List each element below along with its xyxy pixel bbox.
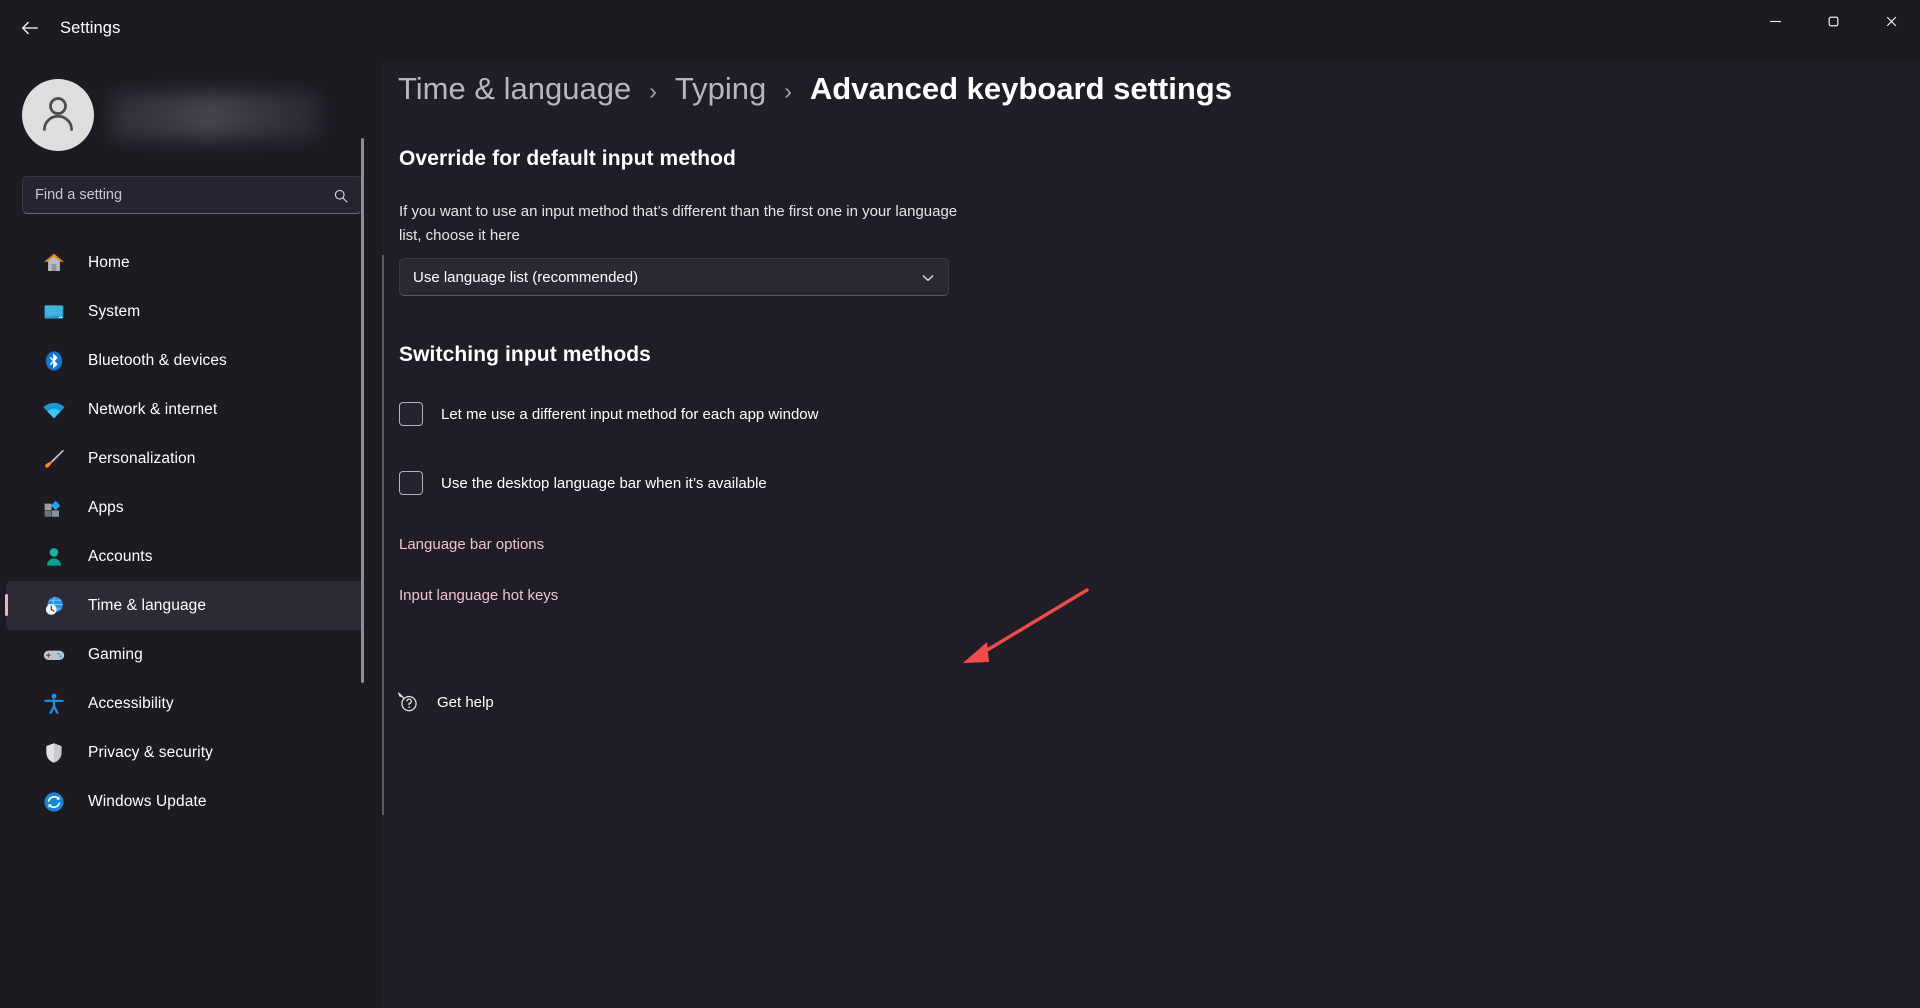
content-scrollbar[interactable]	[382, 255, 384, 815]
sidebar-item-windows-update[interactable]: Windows Update	[6, 777, 364, 826]
checkbox-unchecked-icon[interactable]	[399, 402, 423, 426]
get-help-label: Get help	[437, 693, 494, 711]
sidebar-item-system[interactable]: System	[6, 287, 364, 336]
minimize-icon	[1769, 15, 1782, 33]
section-heading-override: Override for default input method	[399, 147, 736, 170]
person-avatar-icon	[36, 91, 80, 140]
breadcrumb-separator: ›	[784, 78, 792, 104]
gamepad-icon	[42, 643, 66, 667]
sidebar-item-label: Windows Update	[88, 792, 207, 810]
restore-icon	[1827, 15, 1840, 33]
sidebar: Home System	[0, 60, 382, 1008]
accessibility-person-icon	[42, 692, 66, 716]
override-description: If you want to use an input method that’…	[399, 203, 958, 244]
sidebar-item-label: Accessibility	[88, 694, 174, 712]
minimize-button[interactable]	[1746, 0, 1804, 48]
breadcrumb-item-typing[interactable]: Typing	[675, 71, 766, 107]
breadcrumb: Time & language › Typing › Advanced keyb…	[398, 71, 1232, 107]
sidebar-item-label: Privacy & security	[88, 743, 213, 761]
sidebar-item-home[interactable]: Home	[6, 238, 364, 287]
search-icon[interactable]	[331, 186, 351, 206]
section-heading-switching: Switching input methods	[399, 343, 651, 366]
globe-clock-icon	[42, 594, 66, 618]
account-block[interactable]	[22, 71, 362, 151]
system-monitor-icon	[42, 300, 66, 324]
sidebar-item-label: Time & language	[88, 596, 207, 614]
breadcrumb-item-time-language[interactable]: Time & language	[398, 71, 631, 107]
sidebar-nav-list: Home System Bluetooth & devices Network …	[0, 238, 382, 1008]
sidebar-item-time-language[interactable]: Time & language	[5, 581, 364, 630]
annotation-arrow	[963, 588, 1089, 663]
apps-blocks-icon	[42, 496, 66, 520]
selection-indicator	[5, 594, 8, 616]
shield-icon	[42, 741, 66, 765]
sidebar-item-gaming[interactable]: Gaming	[6, 630, 364, 679]
sidebar-item-label: Gaming	[88, 645, 143, 663]
sidebar-item-personalization[interactable]: Personalization	[6, 434, 364, 483]
sidebar-item-label: Personalization	[88, 449, 196, 467]
sidebar-item-privacy-security[interactable]: Privacy & security	[6, 728, 364, 777]
help-question-icon	[395, 689, 421, 715]
app-title: Settings	[60, 19, 121, 37]
checkbox-label: Use the desktop language bar when it’s a…	[441, 474, 767, 492]
sidebar-item-label: System	[88, 302, 141, 320]
sidebar-item-label: Home	[88, 253, 130, 271]
close-button[interactable]	[1862, 0, 1920, 48]
back-arrow-icon	[19, 17, 41, 44]
checkbox-label: Let me use a different input method for …	[441, 405, 819, 423]
link-input-language-hot-keys[interactable]: Input language hot keys	[399, 587, 558, 604]
sidebar-scrollbar[interactable]	[361, 138, 364, 683]
update-refresh-icon	[42, 790, 66, 814]
account-person-icon	[42, 545, 66, 569]
sidebar-item-bluetooth-devices[interactable]: Bluetooth & devices	[6, 336, 364, 385]
paintbrush-icon	[42, 447, 66, 471]
get-help-link[interactable]: Get help	[395, 689, 494, 715]
sidebar-item-label: Accounts	[88, 547, 153, 565]
sidebar-item-network-internet[interactable]: Network & internet	[6, 385, 364, 434]
breadcrumb-separator: ›	[649, 78, 657, 104]
sidebar-item-label: Apps	[88, 498, 124, 516]
home-icon	[42, 251, 66, 275]
close-icon	[1885, 15, 1898, 33]
sidebar-item-label: Bluetooth & devices	[88, 351, 227, 369]
sidebar-item-label: Network & internet	[88, 400, 218, 418]
bluetooth-icon	[42, 349, 66, 373]
combobox-selected-value: Use language list (recommended)	[413, 268, 639, 286]
account-name-redacted	[112, 93, 318, 139]
content-pane: Time & language › Typing › Advanced keyb…	[382, 60, 1920, 1008]
checkbox-row-desktop-language-bar[interactable]: Use the desktop language bar when it’s a…	[399, 471, 767, 495]
sidebar-item-accessibility[interactable]: Accessibility	[6, 679, 364, 728]
chevron-down-icon	[921, 271, 935, 285]
sidebar-item-accounts[interactable]: Accounts	[6, 532, 364, 581]
checkbox-unchecked-icon[interactable]	[399, 471, 423, 495]
back-button[interactable]	[10, 10, 50, 50]
link-language-bar-options[interactable]: Language bar options	[399, 536, 544, 553]
sidebar-item-apps[interactable]: Apps	[6, 483, 364, 532]
search-input[interactable]	[35, 177, 325, 213]
title-bar: Settings	[0, 0, 1920, 60]
search-box[interactable]	[22, 176, 362, 214]
checkbox-row-per-app-input-method[interactable]: Let me use a different input method for …	[399, 402, 818, 426]
maximize-button[interactable]	[1804, 0, 1862, 48]
default-input-method-combobox[interactable]: Use language list (recommended)	[399, 258, 949, 296]
avatar	[22, 79, 94, 151]
breadcrumb-current-page: Advanced keyboard settings	[809, 71, 1232, 106]
wifi-icon	[42, 398, 66, 422]
